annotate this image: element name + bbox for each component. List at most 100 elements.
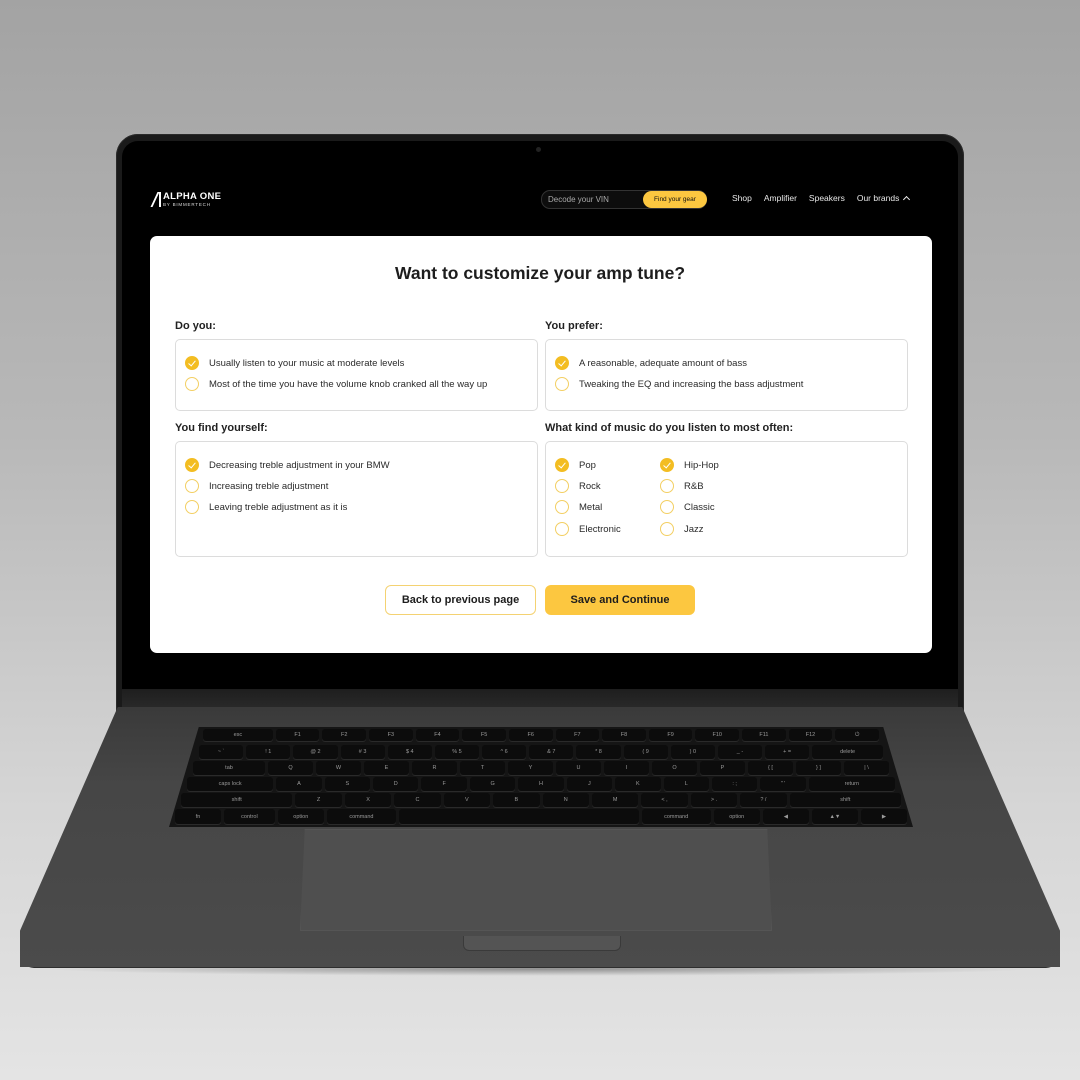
keyboard-key: | \ — [844, 761, 889, 775]
nav-link-shop[interactable]: Shop — [732, 193, 752, 203]
checkbox-checked-icon[interactable] — [660, 458, 674, 472]
keyboard-key: F — [421, 777, 467, 791]
keyboard-row: fn control option command command option ◀ ▲▼ ▶ — [175, 809, 908, 824]
key-space — [398, 809, 639, 824]
option-label: Classic — [684, 501, 715, 513]
keyboard-key: B — [493, 793, 540, 807]
checkbox-classic[interactable]: Classic — [660, 500, 715, 514]
trackpad[interactable] — [300, 829, 772, 931]
nav-link-amplifier[interactable]: Amplifier — [764, 193, 797, 203]
keyboard-key: delete — [812, 745, 883, 759]
checkbox-unchecked-icon[interactable] — [660, 522, 674, 536]
chevron-up-icon — [903, 195, 911, 204]
vin-input[interactable] — [542, 195, 638, 204]
keyboard-key: & 7 — [529, 745, 574, 759]
page-title: Want to customize your amp tune? — [394, 263, 686, 283]
keyboard-row: ~ `! 1 @ 2 # 3 $ 4% 5 ^ 6 & 7 * 8( 9) 0 _ - + = d… — [199, 745, 883, 759]
keyboard-row: caps lock A S D F G H J K L: ; " ' return — [187, 777, 895, 791]
keyboard-key: $ 4 — [387, 745, 432, 759]
option-label: Leaving treble adjustment as it is — [209, 501, 348, 513]
logo-main-text: ALPHA ONE — [163, 191, 222, 202]
keyboard-key: Y — [508, 761, 553, 775]
option-label: Rock — [579, 480, 601, 492]
find-your-gear-button[interactable]: Find your gear — [643, 191, 707, 208]
checkbox-hip-hop[interactable]: Hip-Hop — [660, 458, 719, 472]
option-label: Most of the time you have the volume kno… — [209, 378, 488, 390]
checkbox-unchecked-icon[interactable] — [555, 479, 569, 493]
option-decrease-treble[interactable]: Decreasing treble adjustment in your BMW — [185, 458, 390, 472]
radio-checked-icon[interactable] — [185, 356, 199, 370]
back-button[interactable]: Back to previous page — [385, 585, 536, 615]
keyboard-key: G — [469, 777, 516, 791]
keyboard-key: H — [518, 777, 564, 791]
option-moderate-levels[interactable]: Usually listen to your music at moderate… — [185, 356, 404, 370]
option-label: Electronic — [579, 523, 621, 535]
keyboard-key: F10 — [695, 729, 740, 741]
checkbox-pop[interactable]: Pop — [555, 458, 596, 472]
option-label: Pop — [579, 459, 596, 471]
keyboard: esc F1 F2 F3 F4 F5 F6 F7 F8 F9 F10 F11 F12 ⏻ ~ `! 1 @ 2… — [169, 727, 913, 827]
keyboard-key: F6 — [508, 729, 553, 741]
keyboard-key: F2 — [322, 729, 367, 741]
option-label: Jazz — [684, 523, 704, 535]
option-label: Usually listen to your music at moderate… — [209, 357, 405, 369]
keyboard-key: U — [556, 761, 601, 775]
keyboard-key: C — [394, 793, 441, 807]
keyboard-row: tab Q W E R T Y U I O P{ [} ] | \ — [193, 761, 889, 775]
radio-checked-icon[interactable] — [185, 458, 199, 472]
keyboard-key: E — [364, 761, 409, 775]
radio-unchecked-icon[interactable] — [555, 377, 569, 391]
nav-link-our-brands[interactable]: Our brands — [857, 193, 911, 204]
question-box-volume — [175, 339, 538, 411]
radio-unchecked-icon[interactable] — [185, 377, 199, 391]
keyboard-key: caps lock — [187, 777, 274, 791]
keyboard-key: F4 — [415, 729, 460, 741]
option-volume-cranked[interactable]: Most of the time you have the volume kno… — [185, 377, 487, 391]
save-and-continue-button[interactable]: Save and Continue — [545, 585, 695, 615]
checkbox-unchecked-icon[interactable] — [555, 522, 569, 536]
checkbox-unchecked-icon[interactable] — [660, 500, 674, 514]
keyboard-key: # 3 — [340, 745, 385, 759]
checkbox-rnb[interactable]: R&B — [660, 479, 704, 493]
radio-unchecked-icon[interactable] — [185, 500, 199, 514]
option-label: Hip-Hop — [684, 459, 719, 471]
checkbox-rock[interactable]: Rock — [555, 479, 601, 493]
keyboard-key: < , — [641, 793, 688, 807]
keyboard-key: O — [652, 761, 697, 775]
keyboard-key: ! 1 — [246, 745, 291, 759]
keyboard-key: ? / — [740, 793, 787, 807]
keyboard-key: S — [324, 777, 371, 791]
checkbox-unchecked-icon[interactable] — [660, 479, 674, 493]
keyboard-key: P — [700, 761, 745, 775]
radio-checked-icon[interactable] — [555, 356, 569, 370]
keyboard-key: D — [373, 777, 419, 791]
keyboard-key: option — [277, 809, 324, 824]
keyboard-key: L — [663, 777, 709, 791]
checkbox-metal[interactable]: Metal — [555, 500, 602, 514]
checkbox-electronic[interactable]: Electronic — [555, 522, 621, 536]
nav-link-speakers[interactable]: Speakers — [809, 193, 845, 203]
checkbox-checked-icon[interactable] — [555, 458, 569, 472]
keyboard-key: ◀ — [762, 809, 809, 824]
keyboard-key: F11 — [742, 729, 786, 741]
keyboard-key: F5 — [462, 729, 506, 741]
option-label: A reasonable, adequate amount of bass — [579, 357, 747, 369]
keyboard-key: shift — [789, 793, 902, 807]
keyboard-key: X — [344, 793, 392, 807]
keyboard-key: J — [566, 777, 613, 791]
checkbox-jazz[interactable]: Jazz — [660, 522, 704, 536]
option-adequate-bass[interactable]: A reasonable, adequate amount of bass — [555, 356, 747, 370]
option-increase-bass[interactable]: Tweaking the EQ and increasing the bass … — [555, 377, 803, 391]
checkbox-unchecked-icon[interactable] — [555, 500, 569, 514]
keyboard-key: option — [713, 809, 760, 824]
option-label: Tweaking the EQ and increasing the bass … — [579, 378, 804, 390]
option-leave-treble[interactable]: Leaving treble adjustment as it is — [185, 500, 347, 514]
option-increase-treble[interactable]: Increasing treble adjustment — [185, 479, 328, 493]
keyboard-key: Z — [295, 793, 342, 807]
radio-unchecked-icon[interactable] — [185, 479, 199, 493]
keyboard-key: esc — [203, 729, 273, 741]
keyboard-key: command — [641, 809, 711, 824]
question-box-bass — [545, 339, 908, 411]
brand-logo[interactable]: ALPHA ONE BY BIMMERTECH — [149, 192, 221, 207]
question-box-genre — [545, 441, 908, 557]
